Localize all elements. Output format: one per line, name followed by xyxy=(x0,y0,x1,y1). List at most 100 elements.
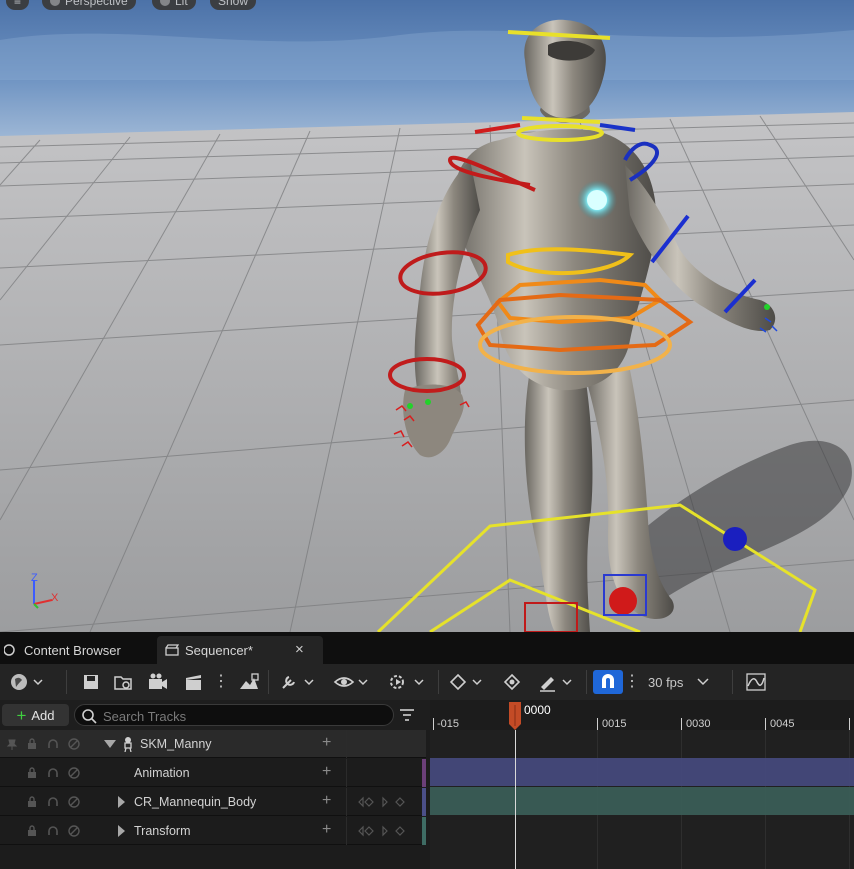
filter-icon[interactable] xyxy=(399,707,415,723)
lit-button[interactable]: Lit xyxy=(152,0,196,10)
solo-icon[interactable] xyxy=(47,796,59,808)
track-row-animation[interactable]: Animation + xyxy=(0,759,426,787)
solo-icon[interactable] xyxy=(47,825,59,837)
expand-arrow-icon[interactable] xyxy=(116,825,126,837)
skeleton-icon xyxy=(124,737,132,752)
perspective-button[interactable]: Perspective xyxy=(42,0,136,10)
expand-triangle-icon[interactable] xyxy=(104,740,116,750)
world-button[interactable] xyxy=(6,670,46,694)
track-row-transform[interactable]: Transform + xyxy=(0,817,426,845)
track-color-strip xyxy=(422,788,426,816)
curve-editor-button[interactable] xyxy=(744,670,768,694)
clapperboard-icon xyxy=(186,675,201,690)
solo-icon[interactable] xyxy=(47,767,59,779)
current-frame-label: 0000 xyxy=(524,703,551,717)
edit-mode-dropdown[interactable] xyxy=(536,670,576,694)
save-button[interactable] xyxy=(80,670,102,694)
tab-bar: Content Browser Sequencer* × xyxy=(0,632,854,664)
snap-toggle-button[interactable] xyxy=(593,670,623,694)
column-divider xyxy=(346,730,347,758)
track-list: SKM_Manny + Animation + CR_Mannequin_Bod… xyxy=(0,730,430,869)
show-label: Show xyxy=(218,0,249,8)
track-label: CR_Mannequin_Body xyxy=(134,795,257,809)
vertical-dots-icon: ⋮ xyxy=(213,673,229,690)
expand-arrow-icon[interactable] xyxy=(116,796,126,808)
axis-x-label: X xyxy=(51,592,59,604)
add-track-button[interactable]: + Add xyxy=(2,704,69,726)
save-icon xyxy=(84,675,98,689)
timeline-area[interactable]: -015 0015 0030 0045 0000 xyxy=(430,700,854,869)
show-button[interactable]: Show xyxy=(210,0,257,10)
ruler-tick xyxy=(849,718,850,730)
time-ruler[interactable]: -015 0015 0030 0045 xyxy=(430,700,854,730)
actions-button[interactable] xyxy=(236,670,262,694)
tab-content-browser[interactable]: Content Browser xyxy=(0,636,154,664)
lit-label: Lit xyxy=(175,0,188,8)
curve-editor-icon xyxy=(746,673,766,691)
hamburger-icon: ≡ xyxy=(14,0,22,8)
add-track-label: Add xyxy=(31,707,55,723)
playhead-handle[interactable] xyxy=(508,702,522,730)
key-diamond-icon xyxy=(503,673,521,691)
column-divider xyxy=(346,817,347,845)
render-movie-button[interactable] xyxy=(182,670,206,694)
search-tracks-input[interactable] xyxy=(101,707,385,725)
mute-icon[interactable] xyxy=(68,767,80,779)
plus-icon: + xyxy=(16,705,27,725)
close-tab-icon[interactable]: × xyxy=(295,641,304,658)
ruler-tick xyxy=(597,718,598,730)
add-subtrack-icon[interactable]: + xyxy=(322,822,336,838)
gear-play-icon xyxy=(390,675,424,689)
playhead-line xyxy=(515,730,516,869)
solo-icon[interactable] xyxy=(47,738,59,750)
lock-icon[interactable] xyxy=(26,738,38,750)
axis-gizmo-icon xyxy=(33,580,53,609)
viewport-scene xyxy=(0,0,854,632)
ruler-tick-label: 0045 xyxy=(770,718,795,730)
snap-options-button[interactable]: ⋮ xyxy=(624,670,640,694)
add-subtrack-icon[interactable]: + xyxy=(322,764,336,780)
track-label: SKM_Manny xyxy=(140,737,212,751)
key-navigation-icons[interactable] xyxy=(356,825,416,837)
camera-button[interactable] xyxy=(146,670,170,694)
content-browser-icon xyxy=(4,644,15,656)
view-options-dropdown[interactable] xyxy=(332,670,372,694)
diamond-key-icon xyxy=(449,673,482,691)
track-row-skm-manny[interactable]: SKM_Manny + xyxy=(0,730,426,758)
mute-icon[interactable] xyxy=(68,738,80,750)
mute-icon[interactable] xyxy=(68,825,80,837)
find-in-browser-button[interactable] xyxy=(112,670,136,694)
level-viewport[interactable]: ≡ Perspective Lit Show Z X xyxy=(0,0,854,632)
lock-icon[interactable] xyxy=(26,825,38,837)
control-rig-section-bar[interactable] xyxy=(430,758,854,786)
chevron-down-icon xyxy=(697,678,709,686)
camera-icon xyxy=(149,673,167,689)
toolbar-separator xyxy=(586,670,587,694)
lock-icon[interactable] xyxy=(26,796,38,808)
pin-icon[interactable] xyxy=(6,738,18,750)
pencil-icon xyxy=(540,677,572,692)
more-options-button[interactable]: ⋮ xyxy=(213,670,229,694)
mute-icon[interactable] xyxy=(68,796,80,808)
tab-sequencer[interactable]: Sequencer* × xyxy=(157,636,323,664)
lock-icon[interactable] xyxy=(26,767,38,779)
key-navigation-icons[interactable] xyxy=(356,796,416,808)
framerate-dropdown[interactable]: 30 fps xyxy=(648,670,718,694)
vertical-dots-icon: ⋮ xyxy=(624,673,640,690)
tools-dropdown[interactable] xyxy=(278,670,318,694)
toolbar-separator xyxy=(268,670,269,694)
key-interpolation-dropdown[interactable] xyxy=(446,670,486,694)
magnet-icon xyxy=(602,674,614,688)
track-row-control-rig[interactable]: CR_Mannequin_Body + xyxy=(0,788,426,816)
track-color-strip xyxy=(422,759,426,787)
clapperboard-icon xyxy=(165,644,179,656)
add-subtrack-icon[interactable]: + xyxy=(322,735,336,751)
sequencer-toolbar: ⋮ ⋮ 30 fps xyxy=(0,664,854,700)
playback-options-dropdown[interactable] xyxy=(386,670,428,694)
globe-icon xyxy=(11,674,43,690)
transform-section-bar[interactable] xyxy=(430,787,854,815)
auto-key-button[interactable] xyxy=(500,670,524,694)
ruler-tick-label: 0030 xyxy=(686,718,711,730)
add-subtrack-icon[interactable]: + xyxy=(322,793,336,809)
axis-z-label: Z xyxy=(31,572,38,584)
